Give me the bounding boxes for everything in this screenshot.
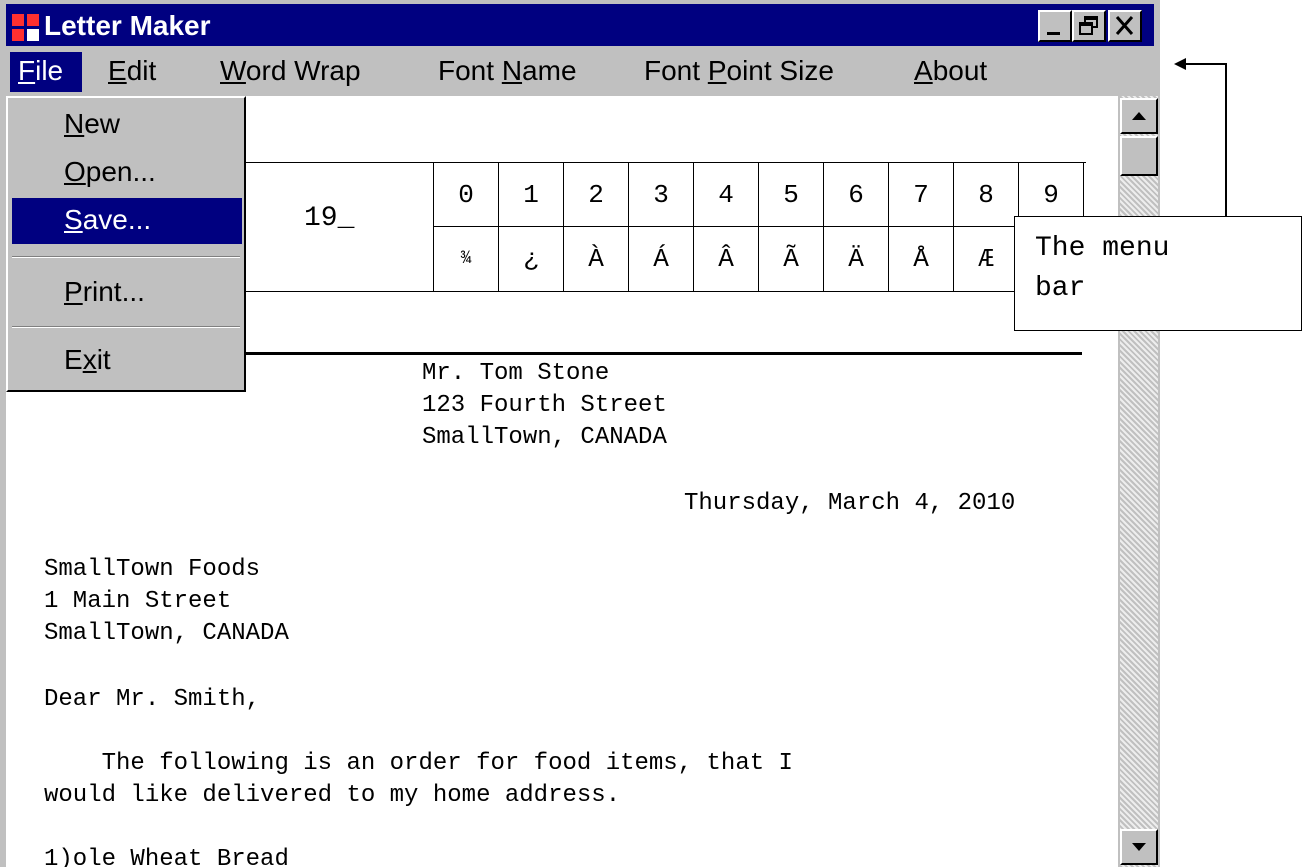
menu-separator [12,326,240,328]
file-menu-dropdown: New Open... Save... Print... Exit [6,96,246,392]
scroll-up-button[interactable] [1120,98,1158,134]
sender-line: 123 Fourth Street [422,392,667,419]
digit-cell[interactable]: 8 [954,163,1019,227]
annotation-callout: The menu bar [1014,216,1302,331]
menu-font-name[interactable]: Font Name [438,52,577,92]
char-cell[interactable]: Â [694,227,759,291]
menu-edit[interactable]: Edit [108,52,156,92]
salutation: Dear Mr. Smith, [44,686,261,713]
char-cell[interactable]: Å [889,227,954,291]
menu-item-exit[interactable]: Exit [12,338,242,384]
scroll-down-button[interactable] [1120,829,1158,865]
arrow-down-icon [1132,843,1146,851]
char-cell[interactable]: Æ [954,227,1019,291]
menu-about[interactable]: About [914,52,987,92]
digit-cell[interactable]: 6 [824,163,889,227]
body-line: would like delivered to my home address. [44,782,621,809]
digit-cell[interactable]: 0 [434,163,499,227]
restore-button[interactable] [1072,10,1106,42]
minimize-button[interactable] [1038,10,1072,42]
menu-item-open[interactable]: Open... [12,150,242,196]
callout-arrow [1174,58,1227,216]
app-icon[interactable] [12,14,40,42]
close-button[interactable] [1108,10,1142,42]
digit-cell[interactable]: 3 [629,163,694,227]
app-window: Letter Maker File Edit Word Wrap Font Na… [0,0,1160,867]
menu-item-save[interactable]: Save... [12,198,242,244]
menu-font-point-size[interactable]: Font Point Size [644,52,834,92]
digit-cell[interactable]: 7 [889,163,954,227]
window-title: Letter Maker [44,10,211,41]
scroll-thumb[interactable] [1120,136,1158,176]
menu-item-print[interactable]: Print... [12,270,242,316]
menu-file[interactable]: File [10,52,82,92]
letter-date: Thursday, March 4, 2010 [684,490,1016,517]
char-cell[interactable]: À [564,227,629,291]
char-cell[interactable]: Ä [824,227,889,291]
arrow-up-icon [1132,112,1146,120]
digit-cell[interactable]: 5 [759,163,824,227]
year-cell: 19_ [238,163,434,291]
char-cell[interactable]: Á [629,227,694,291]
digit-cell[interactable]: 2 [564,163,629,227]
vertical-scrollbar[interactable] [1120,96,1158,867]
recipient-line: SmallTown Foods [44,556,261,583]
header-rule [246,352,1082,355]
close-icon [1115,16,1134,35]
recipient-line: 1 Main Street [44,588,232,615]
digit-cell[interactable]: 4 [694,163,759,227]
menu-separator [12,256,240,258]
year-field: 19_ [304,203,355,234]
minimize-icon [1047,32,1060,35]
callout-line: bar [1035,273,1086,304]
char-cell[interactable]: Ã [759,227,824,291]
restore-icon [1079,16,1098,35]
menu-word-wrap[interactable]: Word Wrap [220,52,361,92]
sender-line: Mr. Tom Stone [422,360,610,387]
title-bar[interactable]: Letter Maker [6,4,1154,46]
char-cell[interactable]: ¾ [434,227,499,291]
menu-bar: File Edit Word Wrap Font Name Font Point… [6,46,1154,96]
recipient-line: SmallTown, CANADA [44,620,289,647]
sender-line: SmallTown, CANADA [422,424,667,451]
menu-item-new[interactable]: New [12,102,242,148]
body-line: The following is an order for food items… [44,750,793,777]
digit-cell[interactable]: 1 [499,163,564,227]
char-cell[interactable]: ¿ [499,227,564,291]
body-line-partial: 1)ole Wheat Bread [44,846,289,867]
callout-line: The menu [1035,233,1170,264]
